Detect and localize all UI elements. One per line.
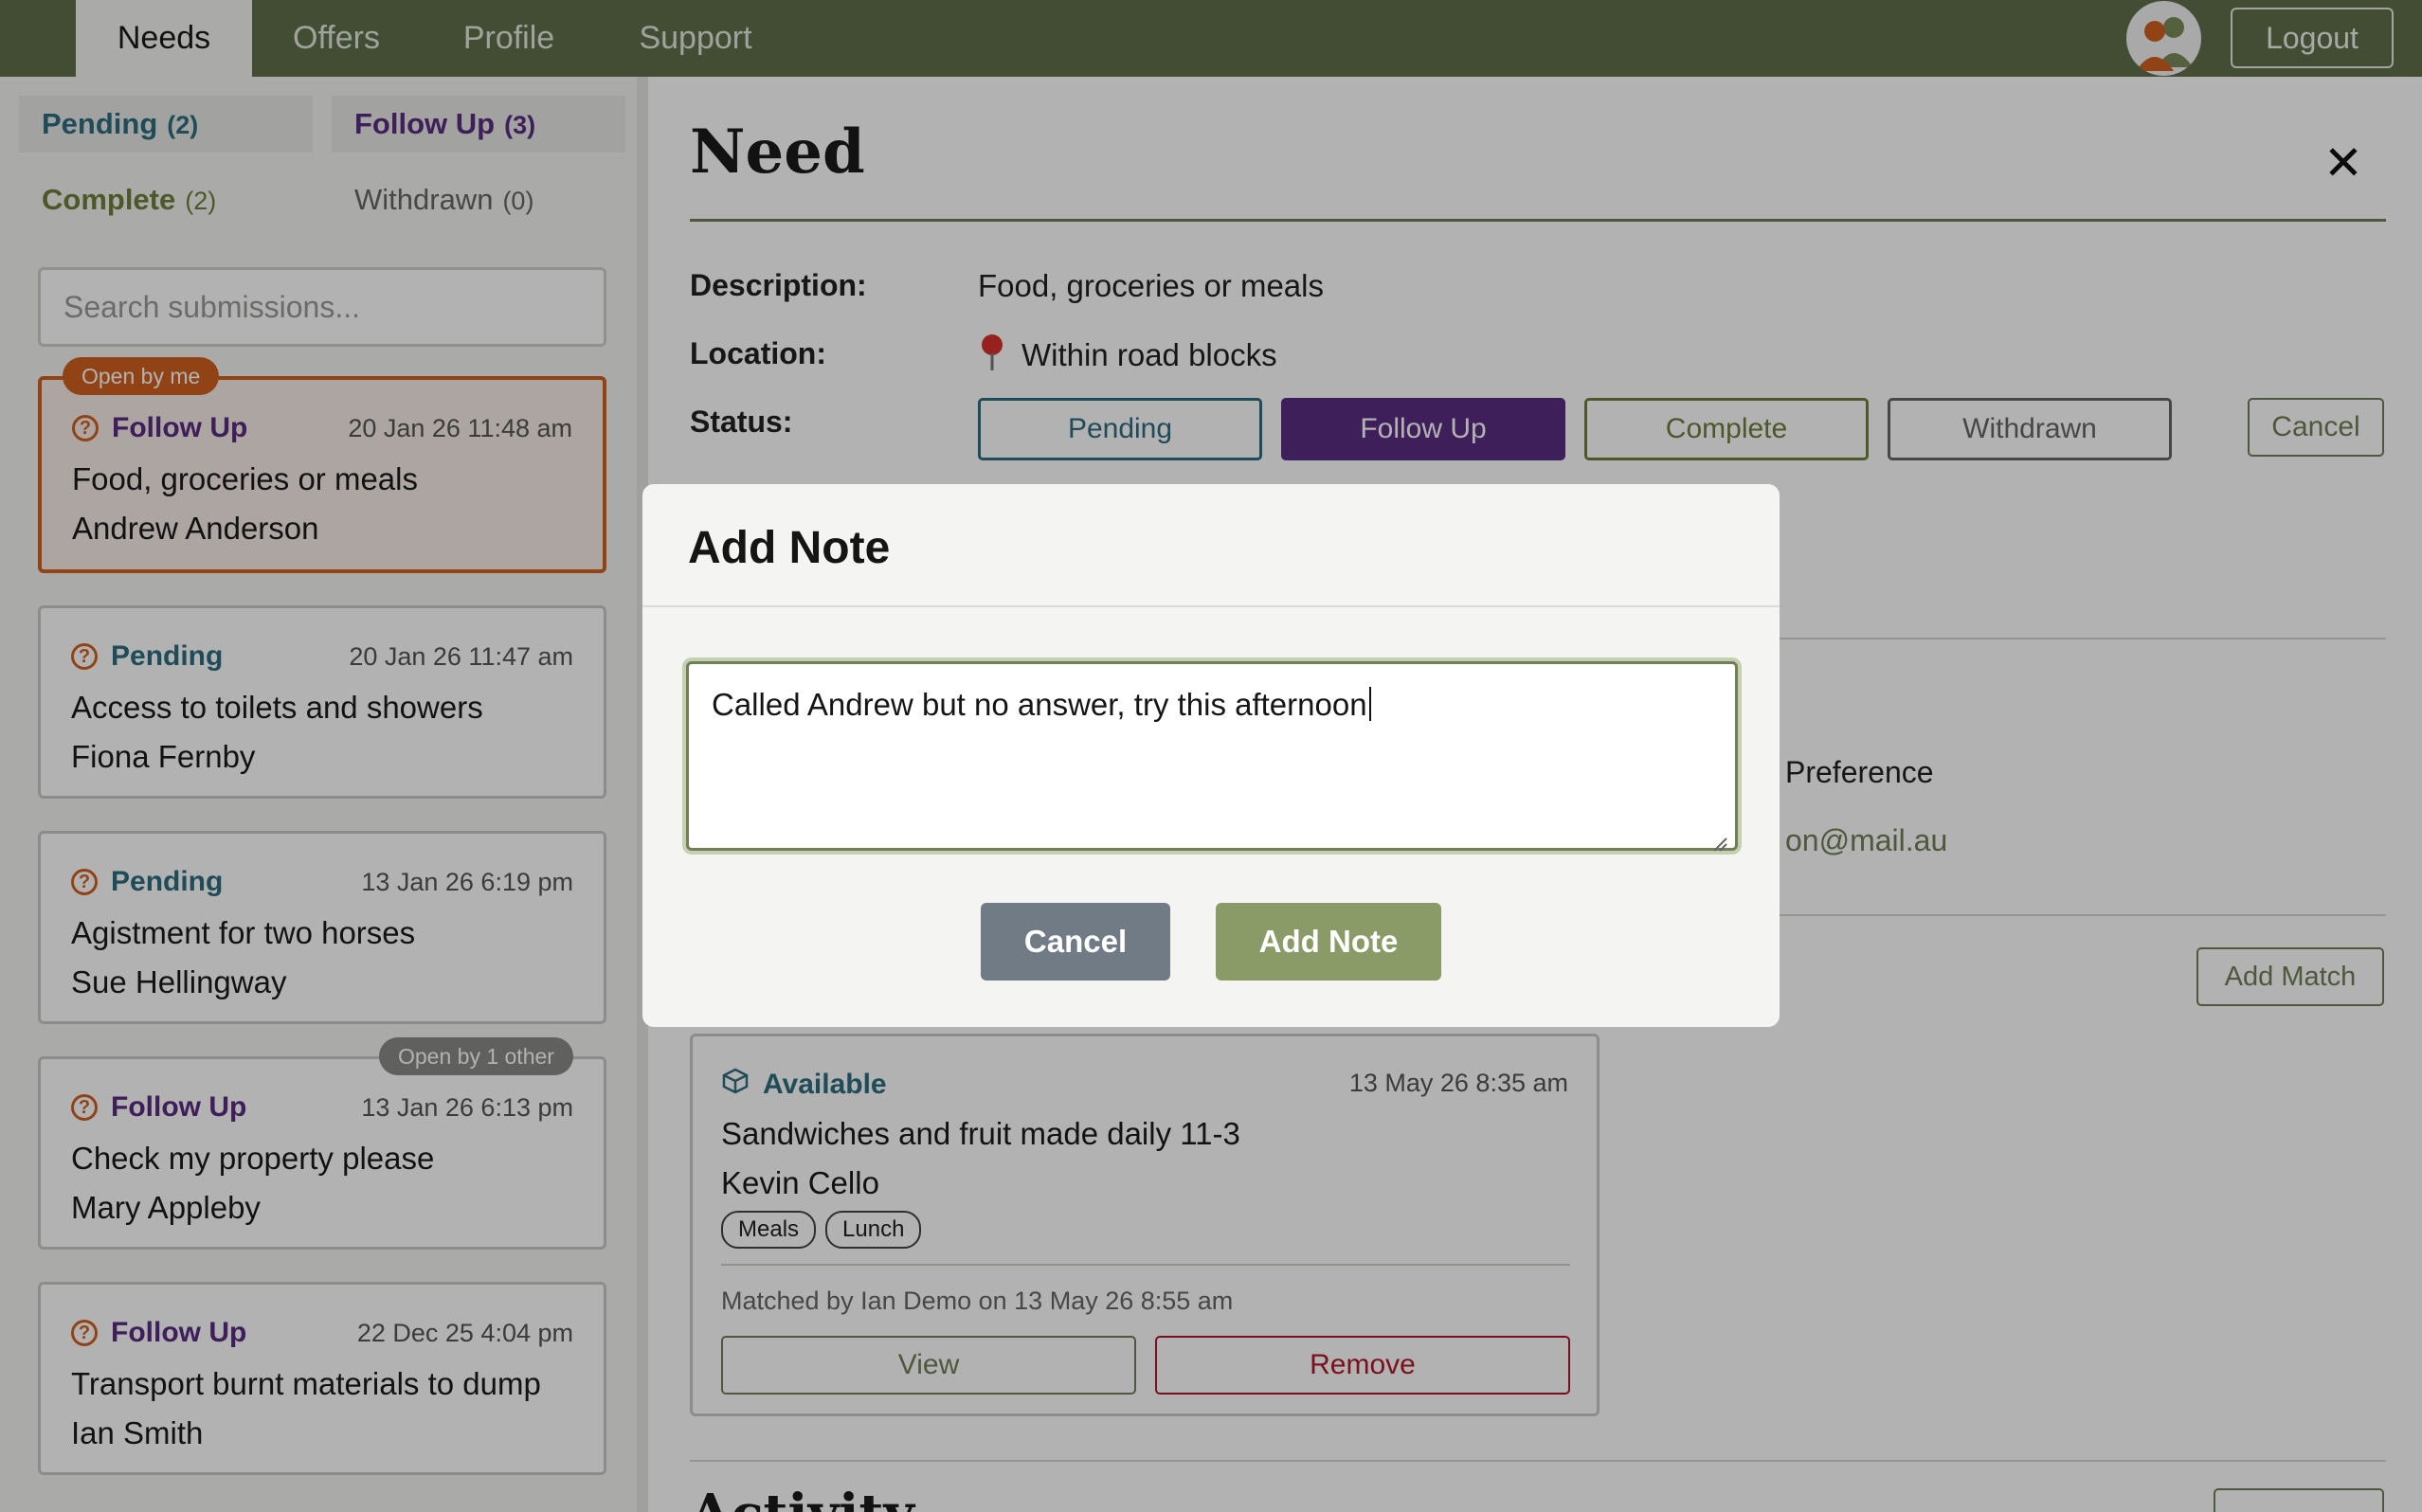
text-caret: [1368, 687, 1371, 721]
note-text: Called Andrew but no answer, try this af…: [712, 687, 1367, 722]
add-note-dialog: Add Note Called Andrew but no answer, tr…: [642, 484, 1780, 1027]
dialog-title: Add Note: [688, 523, 891, 573]
dialog-add-note-button[interactable]: Add Note: [1216, 903, 1441, 981]
dialog-cancel-button[interactable]: Cancel: [981, 903, 1170, 981]
dialog-divider: [642, 605, 1780, 607]
note-textarea[interactable]: Called Andrew but no answer, try this af…: [686, 661, 1738, 852]
resize-handle-icon[interactable]: [1710, 823, 1727, 852]
